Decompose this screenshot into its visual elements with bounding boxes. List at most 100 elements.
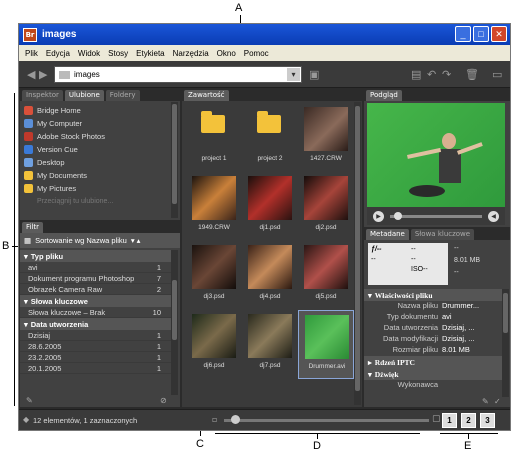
large-thumbnails-icon[interactable]: ▢	[432, 414, 441, 424]
menu-stosy[interactable]: Stosy	[108, 49, 128, 58]
filter-row[interactable]: 28.6.2005 1	[20, 341, 171, 352]
metadata-settings-icon[interactable]: ✓	[494, 397, 501, 406]
workspace-1-button[interactable]: 1	[442, 413, 457, 428]
trash-icon[interactable]: 🗑	[465, 68, 479, 81]
favorite-label: Bridge Home	[37, 106, 81, 115]
thumbnail-dj5[interactable]: dj5.psd	[298, 241, 354, 310]
filter-count: 1	[156, 352, 161, 362]
metadata-scrollbar[interactable]	[502, 289, 509, 397]
thumbnail-dj7[interactable]: dj7.psd	[242, 310, 298, 379]
clear-filter-icon[interactable]: ⊘	[160, 396, 167, 405]
filter-row[interactable]: Dzisiaj 1	[20, 330, 171, 341]
tab-inspektor[interactable]: Inspektor	[22, 90, 63, 101]
filter-row[interactable]: Obrazek Camera Raw 2	[20, 284, 171, 295]
favorite-version-cue[interactable]: Version Cue	[24, 143, 174, 156]
tab-ulubione[interactable]: Ulubione	[64, 90, 104, 101]
section-file-properties[interactable]: ▾ Właściwości pliku	[364, 289, 502, 301]
filter-section-keywords[interactable]: ▾ Słowa kluczowe	[20, 295, 171, 307]
filter-section-type[interactable]: ▾ Typ pliku	[20, 250, 171, 262]
forward-arrow-icon[interactable]: ▶	[39, 68, 47, 81]
favorite-desktop[interactable]: Desktop	[24, 156, 174, 169]
filter-section-date[interactable]: ▾ Data utworzenia	[20, 318, 171, 330]
tab-slowa-kluczowe[interactable]: Słowa kluczowe	[410, 229, 475, 240]
menu-okno[interactable]: Okno	[217, 49, 236, 58]
callout-d: D	[313, 440, 321, 452]
tab-zawartosc[interactable]: Zawartość	[184, 90, 229, 101]
menu-widok[interactable]: Widok	[78, 49, 100, 58]
go-up-icon[interactable]: ▣	[309, 68, 319, 81]
menu-pomoc[interactable]: Pomoc	[244, 49, 269, 58]
menu-etykieta[interactable]: Etykieta	[136, 49, 164, 58]
folder-icon	[257, 111, 281, 133]
thumbnail-project-1[interactable]: project 1	[186, 103, 242, 172]
filter-scrollbar[interactable]	[171, 250, 178, 395]
metadata-row: Typ dokumentu avi	[364, 312, 502, 323]
tab-foldery[interactable]: Foldery	[105, 90, 140, 101]
thumbnail-dj6[interactable]: dj6.psd	[186, 310, 242, 379]
bridge-home-icon	[24, 106, 33, 115]
filter-row[interactable]: Dokument programu Photoshop 7	[20, 273, 171, 284]
new-folder-icon[interactable]: ▤	[411, 68, 421, 81]
play-icon[interactable]: ▶	[373, 210, 384, 222]
slider-knob[interactable]	[231, 415, 240, 424]
back-arrow-icon[interactable]: ◀	[27, 68, 35, 81]
favorite-my-documents[interactable]: My Documents	[24, 169, 174, 182]
disclosure-right-icon: ▸	[368, 357, 372, 367]
minimize-button[interactable]: _	[455, 26, 471, 42]
menu-plik[interactable]: Plik	[25, 49, 38, 58]
title-bar[interactable]: Br images _ □ ✕	[19, 24, 510, 45]
thumbnail-drummer[interactable]: Drummer.avi	[298, 310, 354, 379]
nav-arrow-icon[interactable]: ◆	[23, 415, 29, 424]
favorite-label: Desktop	[37, 158, 65, 167]
thumbnail-dj4[interactable]: dj4.psd	[242, 241, 298, 310]
thumbnail-dj2[interactable]: dj2.psd	[298, 172, 354, 241]
edit-icon[interactable]: ✎	[482, 397, 489, 406]
section-title: Właściwości pliku	[374, 290, 433, 300]
tab-podglad[interactable]: Podgląd	[366, 90, 402, 101]
filter-row[interactable]: avi 1	[20, 262, 171, 273]
volume-icon[interactable]: ◀	[488, 210, 499, 222]
metadata-row: Rozmiar pliku 8.01 MB	[364, 345, 502, 356]
metadata-value: Dzisiaj, ...	[442, 334, 475, 343]
filter-count: 1	[156, 262, 161, 272]
favorites-scrollbar[interactable]	[171, 102, 178, 218]
workspace-3-button[interactable]: 3	[480, 413, 495, 428]
favorite-my-pictures[interactable]: My Pictures	[24, 182, 174, 195]
window-title: images	[42, 29, 77, 40]
thumbnail-dj1[interactable]: dj1.psd	[242, 172, 298, 241]
thumbnail-project-2[interactable]: project 2	[242, 103, 298, 172]
thumbnail-1427[interactable]: 1427.CRW	[298, 103, 354, 172]
menu-edycja[interactable]: Edycja	[46, 49, 70, 58]
thumbnail-dj3[interactable]: dj3.psd	[186, 241, 242, 310]
small-thumbnails-icon[interactable]: ▫	[212, 415, 217, 424]
thumbnail-1949[interactable]: 1949.CRW	[186, 172, 242, 241]
rotate-left-icon[interactable]: ↶	[427, 68, 436, 81]
filter-row[interactable]: 20.1.2005 1	[20, 363, 171, 374]
filter-row[interactable]: 23.2.2005 1	[20, 352, 171, 363]
tab-metadane[interactable]: Metadane	[366, 229, 409, 240]
favorite-adobe-stock[interactable]: Adobe Stock Photos	[24, 130, 174, 143]
path-field[interactable]: images ▾	[54, 66, 302, 83]
section-audio[interactable]: ▾ Dźwięk	[364, 368, 502, 380]
section-iptc[interactable]: ▸ Rdzeń IPTC	[364, 356, 502, 368]
chevron-down-icon[interactable]: ▾	[287, 68, 300, 81]
rotate-right-icon[interactable]: ↷	[442, 68, 451, 81]
thumbnail-size-slider[interactable]	[224, 415, 429, 424]
sort-control[interactable]: ▦ Sortowanie wg Nazwa pliku ▾ ▴	[20, 233, 180, 248]
filter-row[interactable]: Słowa kluczowe – Brak 10	[20, 307, 171, 318]
close-button[interactable]: ✕	[491, 26, 507, 42]
maximize-button[interactable]: □	[473, 26, 489, 42]
playback-slider[interactable]	[390, 211, 482, 220]
pin-icon[interactable]: ✎	[26, 396, 33, 405]
filter-label: 23.2.2005	[28, 352, 62, 362]
favorite-my-computer[interactable]: My Computer	[24, 117, 174, 130]
tab-filtr[interactable]: Filtr	[22, 222, 44, 233]
compact-mode-icon[interactable]: ▭	[492, 68, 502, 81]
menu-narzedzia[interactable]: Narzędzia	[173, 49, 209, 58]
toolbar: ◀ ▶ images ▾ ▣ ▤ ↶ ↷ 🗑 ▭	[19, 61, 510, 88]
content-scrollbar[interactable]	[354, 102, 361, 405]
workspace-2-button[interactable]: 2	[461, 413, 476, 428]
video-preview[interactable]	[367, 103, 505, 207]
favorite-bridge-home[interactable]: Bridge Home	[24, 104, 174, 117]
photo-thumbnail	[248, 176, 292, 220]
